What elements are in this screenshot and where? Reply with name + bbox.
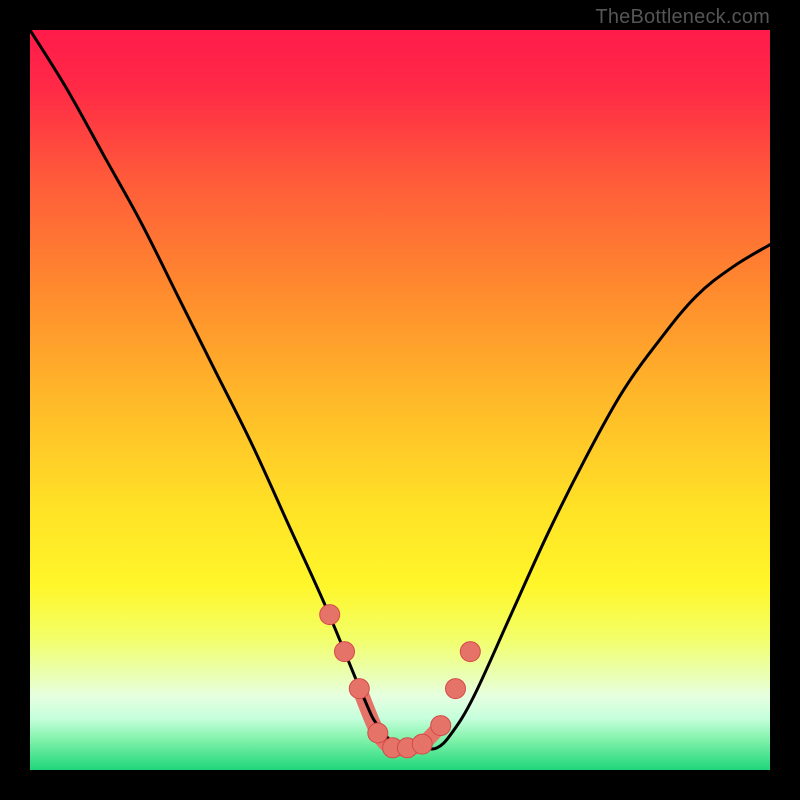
curve-marker — [320, 605, 340, 625]
plot-area — [30, 30, 770, 770]
curve-marker — [349, 679, 369, 699]
watermark-text: TheBottleneck.com — [595, 6, 770, 29]
curve-marker — [412, 734, 432, 754]
curve-marker — [431, 716, 451, 736]
curve-marker — [335, 642, 355, 662]
bottleneck-curve — [30, 30, 770, 750]
curve-marker — [446, 679, 466, 699]
curve-marker — [460, 642, 480, 662]
curve-marker — [368, 723, 388, 743]
curve-markers — [320, 605, 481, 758]
curve-layer — [30, 30, 770, 770]
chart-frame: TheBottleneck.com — [0, 0, 800, 800]
